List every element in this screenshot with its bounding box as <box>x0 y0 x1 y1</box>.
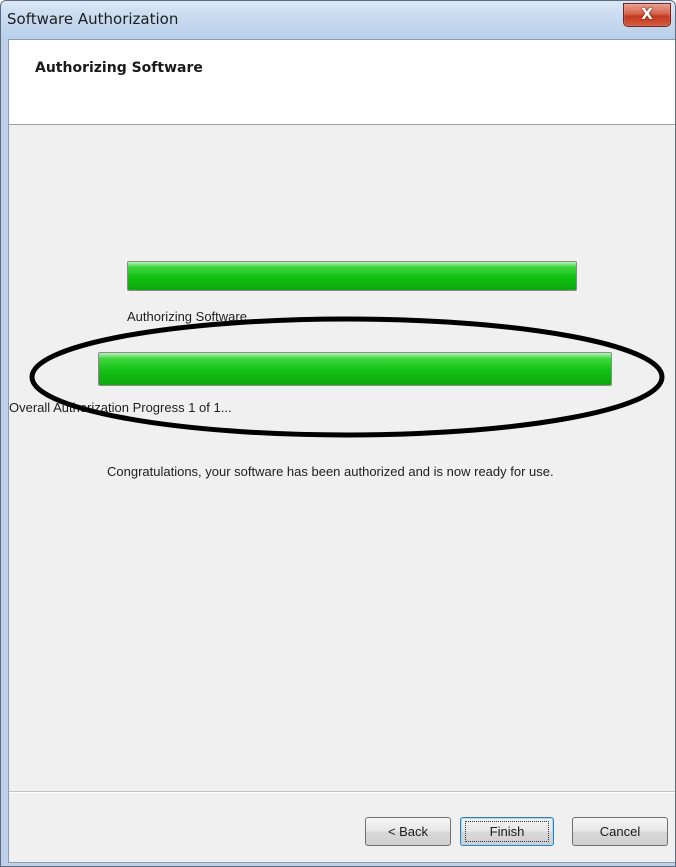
header-panel: Authorizing Software <box>9 40 675 125</box>
back-button[interactable]: < Back <box>365 817 451 846</box>
cancel-button[interactable]: Cancel <box>572 817 668 846</box>
success-message: Congratulations, your software has been … <box>107 464 554 479</box>
overall-progress-bar <box>98 352 612 386</box>
page-title: Authorizing Software <box>35 60 203 76</box>
overall-progress-label: Overall Authorization Progress 1 of 1... <box>9 400 232 415</box>
item-progress-fill <box>128 262 576 290</box>
dialog-client-area: Authorizing Software Authorizing Softwar… <box>8 39 675 863</box>
software-authorization-window: Software Authorization X Authorizing Sof… <box>0 0 676 867</box>
footer-divider <box>9 791 675 793</box>
finish-button[interactable]: Finish <box>460 817 554 846</box>
close-button[interactable]: X <box>623 3 671 27</box>
item-progress-bar <box>127 261 577 291</box>
close-icon: X <box>641 5 653 23</box>
focus-rectangle <box>465 821 549 842</box>
overall-progress-fill <box>99 353 611 385</box>
title-bar[interactable]: Software Authorization X <box>1 1 675 39</box>
item-progress-label: Authorizing Software... <box>127 309 258 324</box>
window-title: Software Authorization <box>7 10 179 28</box>
